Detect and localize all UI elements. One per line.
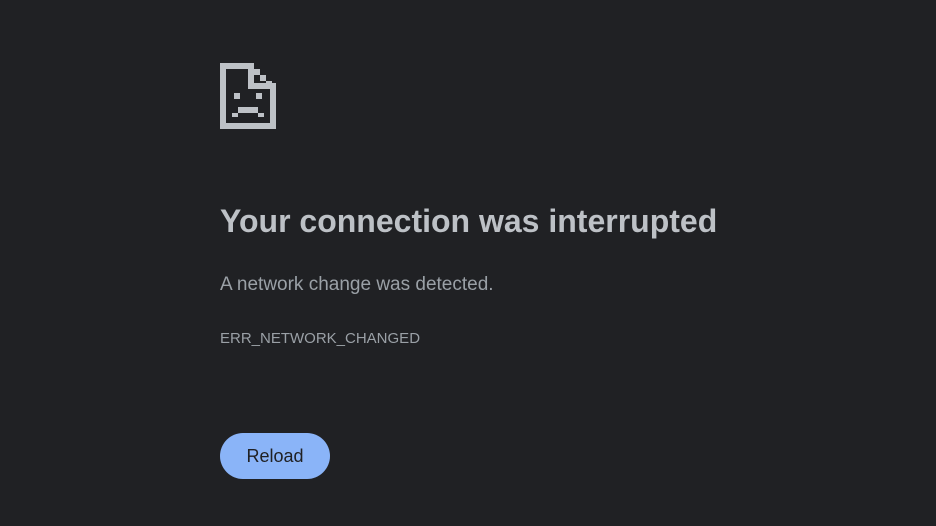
error-code: ERR_NETWORK_CHANGED	[220, 330, 421, 347]
sad-document-icon	[220, 63, 276, 129]
reload-button[interactable]: Reload	[220, 433, 330, 479]
error-title: Your connection was interrupted	[220, 203, 718, 239]
error-message: A network change was detected.	[220, 274, 494, 295]
error-page: Your connection was interrupted A networ…	[0, 0, 936, 526]
